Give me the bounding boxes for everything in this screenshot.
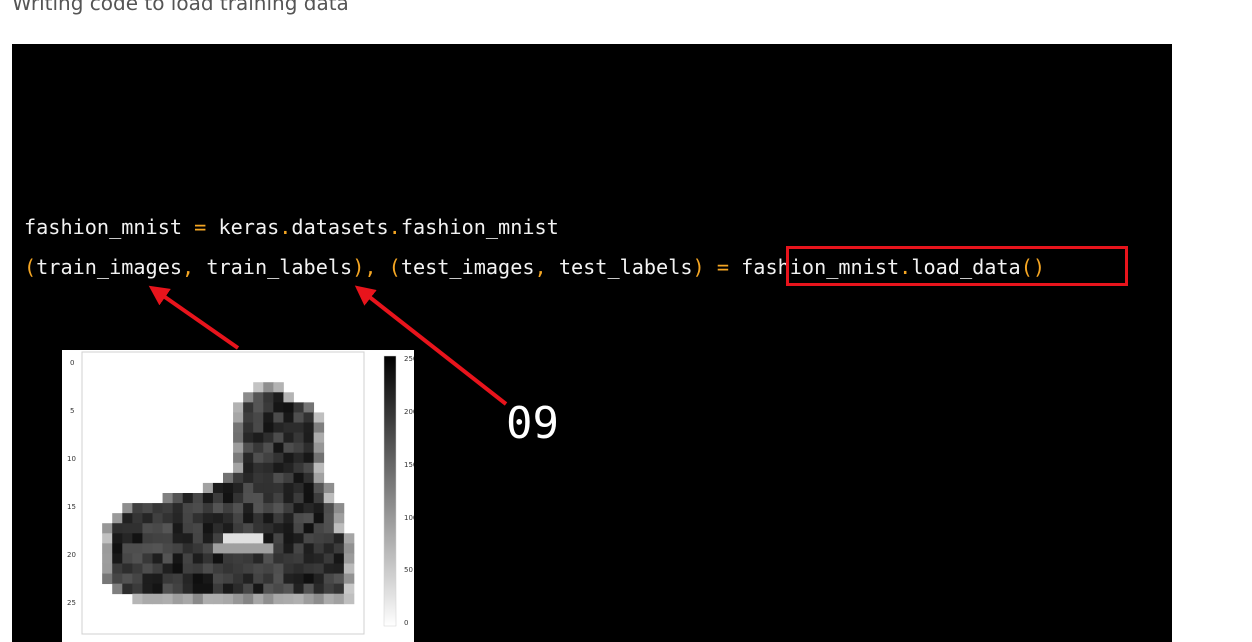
arrow-to-train-images xyxy=(148,285,240,350)
arrow-to-train-labels xyxy=(354,285,508,406)
page-heading: Writing code to load training data xyxy=(12,0,349,15)
annotation-arrows xyxy=(148,285,508,406)
slide-panel: fashion_mnist = keras.datasets.fashion_m… xyxy=(12,44,1172,642)
label-overlay-number: 09 xyxy=(506,398,559,449)
